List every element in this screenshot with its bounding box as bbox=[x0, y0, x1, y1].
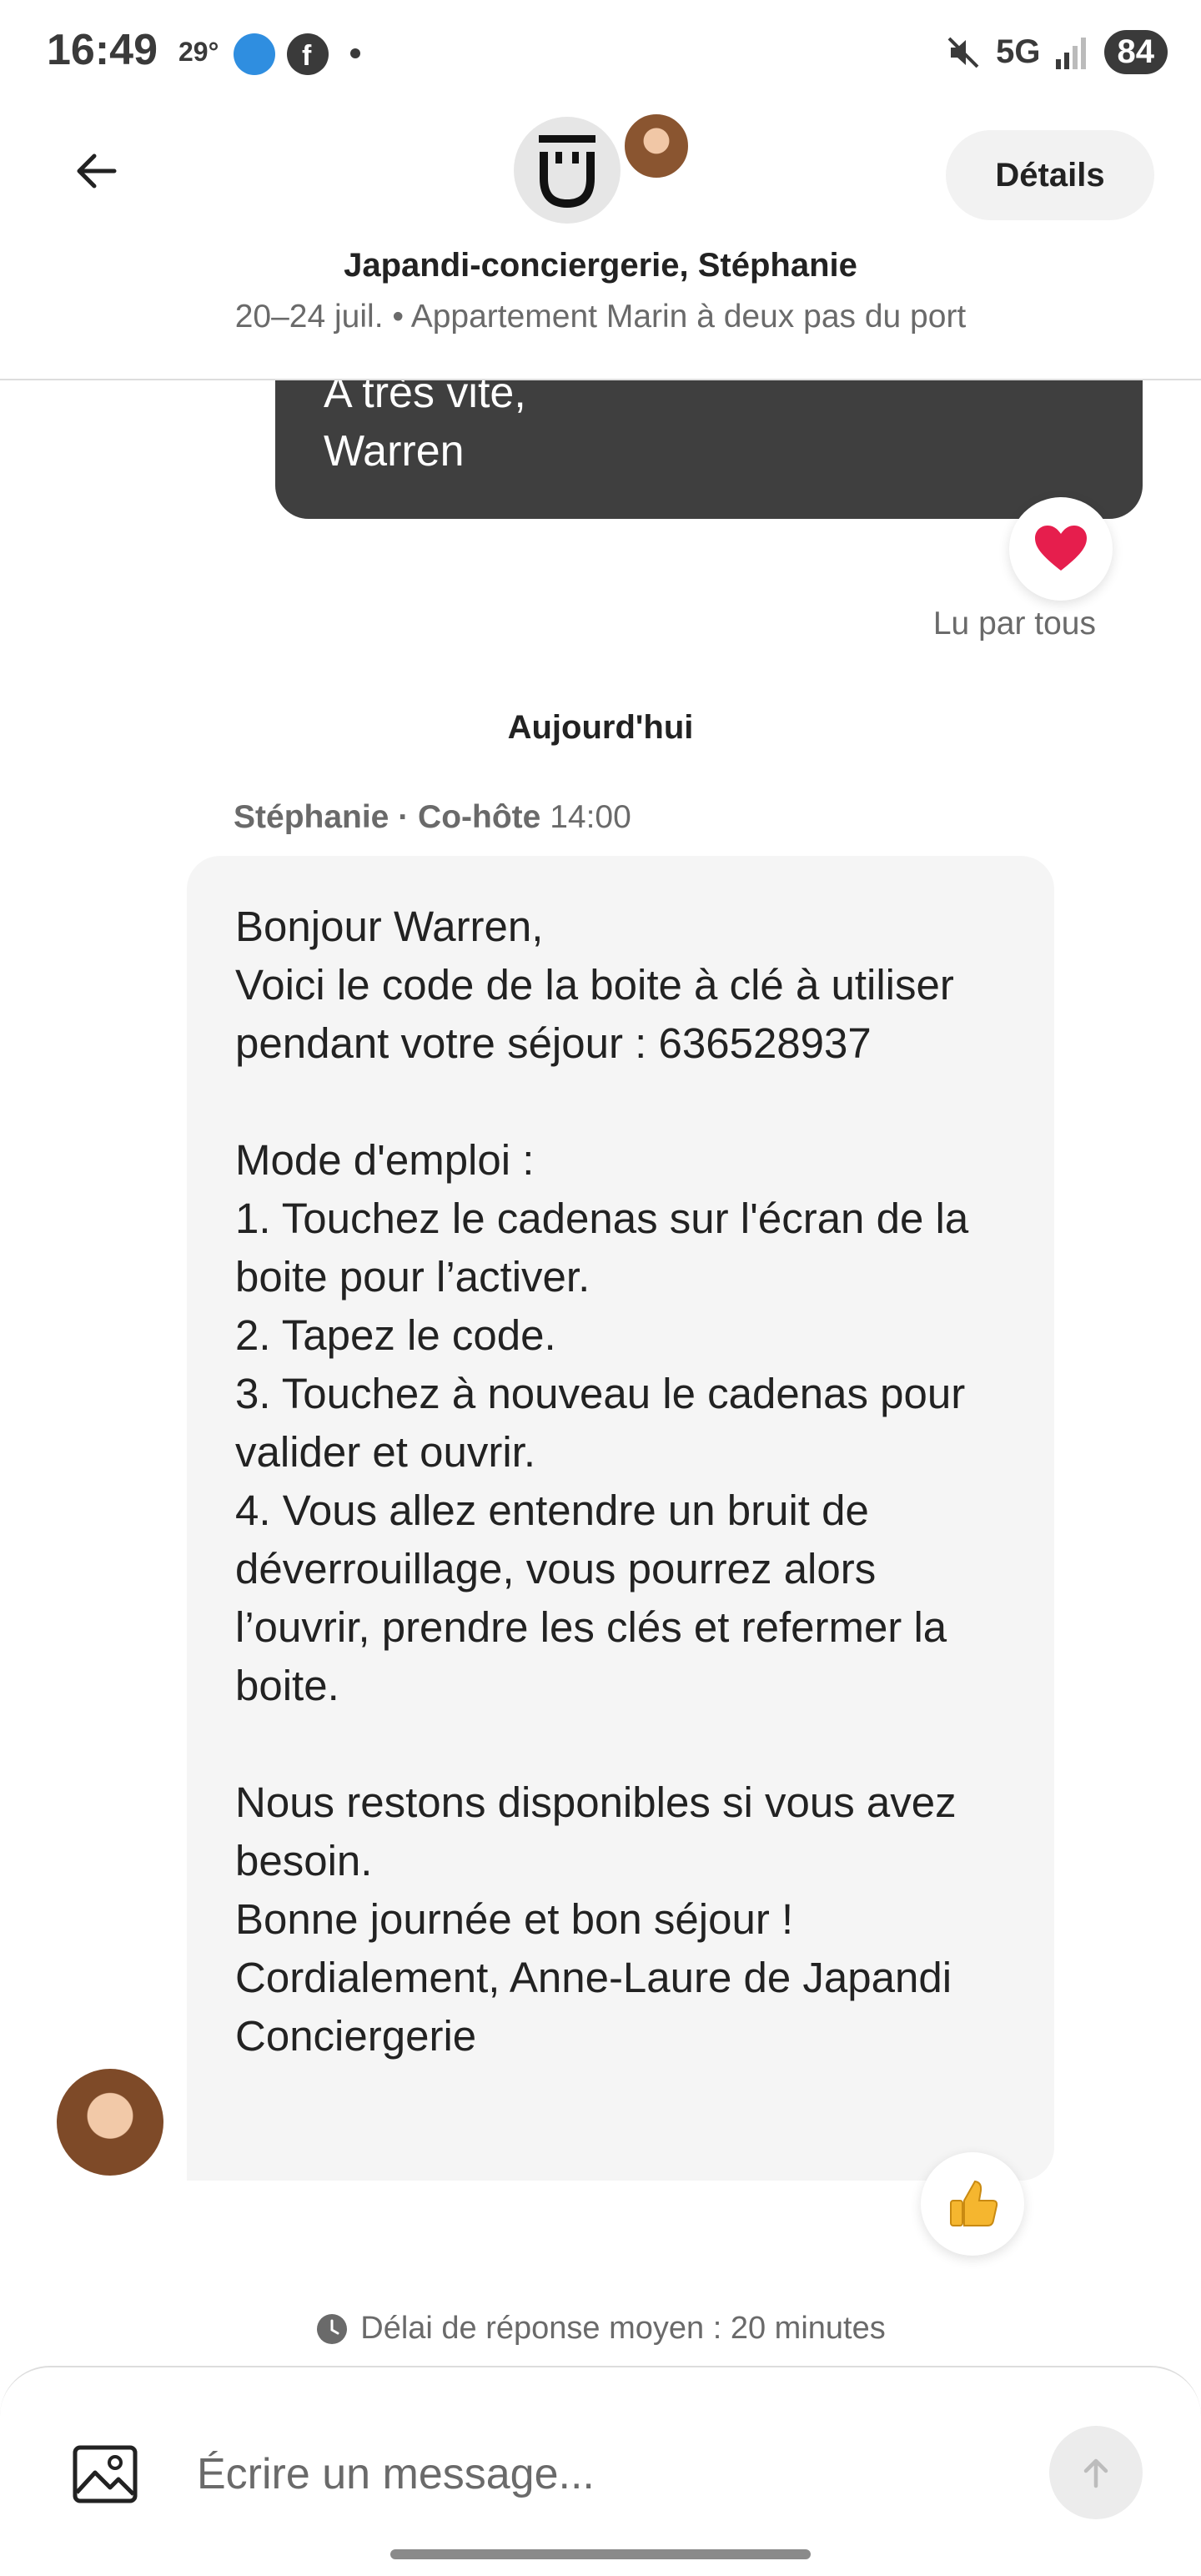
status-time: 16:49 bbox=[47, 26, 158, 74]
battery-indicator: 84 bbox=[1103, 30, 1168, 74]
mute-icon bbox=[947, 37, 979, 68]
facebook-icon: f bbox=[287, 33, 329, 75]
heart-reaction[interactable] bbox=[1009, 497, 1113, 601]
clock-icon bbox=[317, 2313, 348, 2344]
thumbs-up-reaction[interactable] bbox=[921, 2152, 1024, 2256]
arrow-left-icon bbox=[77, 153, 117, 189]
svg-text:f: f bbox=[302, 40, 312, 72]
status-temperature: 29° bbox=[178, 37, 219, 67]
sender-role: · Co-hôte bbox=[398, 799, 541, 835]
heart-icon bbox=[1035, 526, 1087, 571]
conversation-title: Japandi-conciergerie, Stéphanie bbox=[344, 247, 857, 284]
message-input[interactable] bbox=[197, 2439, 947, 2509]
sent-message-bubble[interactable]: A très vite, Warren bbox=[275, 380, 1143, 519]
weather-app-icon bbox=[234, 33, 275, 75]
japandi-logo-icon bbox=[539, 135, 595, 209]
arrow-up-icon bbox=[1083, 2458, 1108, 2488]
network-type: 5G bbox=[996, 33, 1041, 70]
signal-icon bbox=[1055, 37, 1086, 69]
response-time-note: Délai de réponse moyen : 20 minutes bbox=[0, 2311, 1201, 2347]
received-message-bubble[interactable]: Bonjour Warren, Voici le code de la boit… bbox=[187, 856, 1054, 2181]
reservation-subtitle[interactable]: 20–24 juil. • Appartement Marin à deux p… bbox=[0, 299, 1201, 335]
details-button[interactable]: Détails bbox=[946, 130, 1154, 220]
back-button[interactable] bbox=[58, 133, 133, 209]
message-composer bbox=[0, 2366, 1201, 2576]
sender-info: Stéphanie · Co-hôte 14:00 bbox=[234, 799, 631, 836]
thumbs-up-icon bbox=[950, 2180, 998, 2226]
sender-name: Stéphanie bbox=[234, 799, 389, 835]
host-avatar bbox=[622, 112, 691, 180]
home-indicator[interactable] bbox=[390, 2549, 811, 2559]
send-button[interactable] bbox=[1049, 2426, 1143, 2519]
image-icon bbox=[73, 2445, 138, 2503]
attach-photo-button[interactable] bbox=[70, 2439, 140, 2509]
message-thread[interactable]: A très vite, Warren Lu par tous Aujourd'… bbox=[0, 380, 1201, 2366]
status-right: 5G 84 bbox=[944, 30, 1168, 74]
notification-dot-icon bbox=[350, 48, 360, 58]
read-status: Lu par tous bbox=[932, 606, 1096, 641]
message-time: 14:00 bbox=[550, 799, 631, 835]
response-time-text: Délai de réponse moyen : 20 minutes bbox=[360, 2311, 886, 2346]
date-separator: Aujourd'hui bbox=[507, 709, 694, 746]
host-logo bbox=[514, 117, 621, 224]
sender-avatar[interactable] bbox=[57, 2069, 163, 2176]
